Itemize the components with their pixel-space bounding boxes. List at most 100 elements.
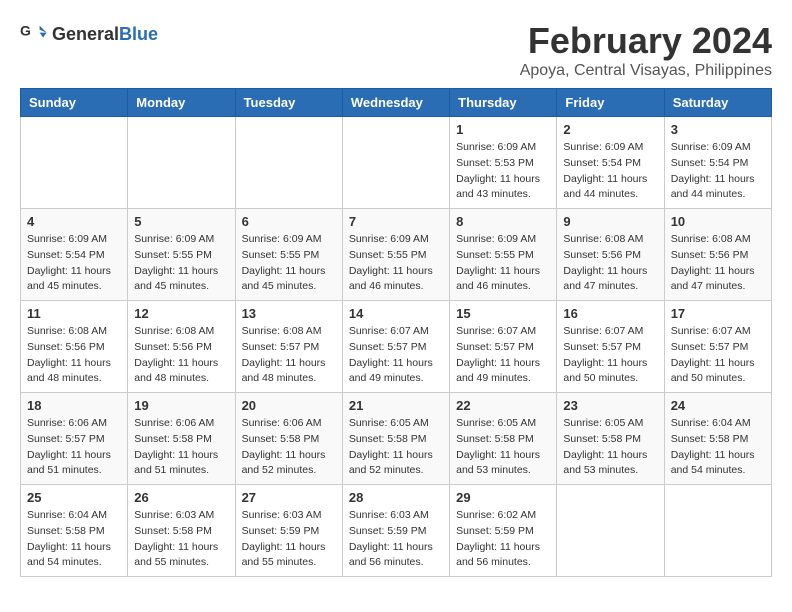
day-info: Sunrise: 6:07 AMSunset: 5:57 PMDaylight:… [456, 324, 550, 387]
day-number: 22 [456, 398, 550, 413]
calendar-cell: 28 Sunrise: 6:03 AMSunset: 5:59 PMDayligh… [342, 485, 449, 577]
calendar-cell [235, 117, 342, 209]
day-number: 15 [456, 306, 550, 321]
day-info: Sunrise: 6:05 AMSunset: 5:58 PMDaylight:… [349, 416, 443, 479]
days-header-row: SundayMondayTuesdayWednesdayThursdayFrid… [21, 89, 772, 117]
day-number: 12 [134, 306, 228, 321]
day-number: 27 [242, 490, 336, 505]
day-of-week-header: Sunday [21, 89, 128, 117]
day-of-week-header: Saturday [664, 89, 771, 117]
day-number: 16 [563, 306, 657, 321]
day-number: 17 [671, 306, 765, 321]
calendar-cell: 12 Sunrise: 6:08 AMSunset: 5:56 PMDayligh… [128, 301, 235, 393]
calendar-cell [664, 485, 771, 577]
day-number: 11 [27, 306, 121, 321]
logo-general: General [52, 24, 119, 44]
logo: G GeneralBlue [20, 20, 158, 48]
day-info: Sunrise: 6:08 AMSunset: 5:56 PMDaylight:… [134, 324, 228, 387]
svg-text:G: G [20, 22, 31, 38]
calendar-week-row: 25Sunrise: 6:04 AMSunset: 5:58 PMDayligh… [21, 485, 772, 577]
calendar-cell: 2 Sunrise: 6:09 AMSunset: 5:54 PMDaylight… [557, 117, 664, 209]
day-info: Sunrise: 6:09 AMSunset: 5:55 PMDaylight:… [456, 232, 550, 295]
day-info: Sunrise: 6:05 AMSunset: 5:58 PMDaylight:… [563, 416, 657, 479]
calendar-cell: 29Sunrise: 6:02 AMSunset: 5:59 PMDayligh… [450, 485, 557, 577]
calendar-cell: 20 Sunrise: 6:06 AMSunset: 5:58 PMDayligh… [235, 393, 342, 485]
calendar-week-row: 1Sunrise: 6:09 AMSunset: 5:53 PMDaylight… [21, 117, 772, 209]
day-info: Sunrise: 6:03 AMSunset: 5:58 PMDaylight:… [134, 508, 228, 571]
day-number: 28 [349, 490, 443, 505]
title-area: February 2024 Apoya, Central Visayas, Ph… [520, 20, 772, 80]
day-info: Sunrise: 6:09 AMSunset: 5:55 PMDaylight:… [349, 232, 443, 295]
calendar-cell: 22 Sunrise: 6:05 AMSunset: 5:58 PMDayligh… [450, 393, 557, 485]
day-info: Sunrise: 6:07 AMSunset: 5:57 PMDaylight:… [349, 324, 443, 387]
day-info: Sunrise: 6:09 AMSunset: 5:55 PMDaylight:… [134, 232, 228, 295]
calendar-cell: 10 Sunrise: 6:08 AMSunset: 5:56 PMDayligh… [664, 209, 771, 301]
day-number: 18 [27, 398, 121, 413]
calendar-cell: 7Sunrise: 6:09 AMSunset: 5:55 PMDaylight… [342, 209, 449, 301]
day-number: 4 [27, 214, 121, 229]
day-info: Sunrise: 6:08 AMSunset: 5:56 PMDaylight:… [563, 232, 657, 295]
day-of-week-header: Thursday [450, 89, 557, 117]
day-info: Sunrise: 6:03 AMSunset: 5:59 PMDaylight:… [242, 508, 336, 571]
day-number: 13 [242, 306, 336, 321]
calendar-cell: 18 Sunrise: 6:06 AMSunset: 5:57 PMDayligh… [21, 393, 128, 485]
calendar-cell: 8 Sunrise: 6:09 AMSunset: 5:55 PMDaylight… [450, 209, 557, 301]
day-number: 10 [671, 214, 765, 229]
calendar-cell: 16 Sunrise: 6:07 AMSunset: 5:57 PMDayligh… [557, 301, 664, 393]
day-info: Sunrise: 6:06 AMSunset: 5:57 PMDaylight:… [27, 416, 121, 479]
day-number: 3 [671, 122, 765, 137]
logo-icon: G [20, 20, 48, 48]
header: G GeneralBlue February 2024 Apoya, Centr… [20, 20, 772, 80]
calendar-cell: 25Sunrise: 6:04 AMSunset: 5:58 PMDayligh… [21, 485, 128, 577]
calendar-week-row: 11 Sunrise: 6:08 AMSunset: 5:56 PMDayligh… [21, 301, 772, 393]
calendar: SundayMondayTuesdayWednesdayThursdayFrid… [20, 88, 772, 577]
day-number: 29 [456, 490, 550, 505]
calendar-cell: 26 Sunrise: 6:03 AMSunset: 5:58 PMDayligh… [128, 485, 235, 577]
day-info: Sunrise: 6:07 AMSunset: 5:57 PMDaylight:… [563, 324, 657, 387]
month-year: February 2024 [520, 20, 772, 62]
day-number: 26 [134, 490, 228, 505]
day-of-week-header: Friday [557, 89, 664, 117]
calendar-cell [342, 117, 449, 209]
day-number: 21 [349, 398, 443, 413]
day-info: Sunrise: 6:09 AMSunset: 5:54 PMDaylight:… [563, 140, 657, 203]
day-info: Sunrise: 6:06 AMSunset: 5:58 PMDaylight:… [242, 416, 336, 479]
calendar-cell: 13 Sunrise: 6:08 AMSunset: 5:57 PMDayligh… [235, 301, 342, 393]
day-number: 2 [563, 122, 657, 137]
day-info: Sunrise: 6:09 AMSunset: 5:54 PMDaylight:… [671, 140, 765, 203]
day-number: 19 [134, 398, 228, 413]
calendar-cell: 24 Sunrise: 6:04 AMSunset: 5:58 PMDayligh… [664, 393, 771, 485]
day-of-week-header: Tuesday [235, 89, 342, 117]
day-number: 9 [563, 214, 657, 229]
day-info: Sunrise: 6:04 AMSunset: 5:58 PMDaylight:… [671, 416, 765, 479]
calendar-cell: 23Sunrise: 6:05 AMSunset: 5:58 PMDayligh… [557, 393, 664, 485]
calendar-week-row: 4 Sunrise: 6:09 AMSunset: 5:54 PMDaylight… [21, 209, 772, 301]
day-info: Sunrise: 6:04 AMSunset: 5:58 PMDaylight:… [27, 508, 121, 571]
calendar-cell: 6Sunrise: 6:09 AMSunset: 5:55 PMDaylight… [235, 209, 342, 301]
day-info: Sunrise: 6:08 AMSunset: 5:56 PMDaylight:… [671, 232, 765, 295]
calendar-cell [128, 117, 235, 209]
calendar-body: 1Sunrise: 6:09 AMSunset: 5:53 PMDaylight… [21, 117, 772, 577]
day-of-week-header: Wednesday [342, 89, 449, 117]
day-info: Sunrise: 6:03 AMSunset: 5:59 PMDaylight:… [349, 508, 443, 571]
day-info: Sunrise: 6:09 AMSunset: 5:54 PMDaylight:… [27, 232, 121, 295]
day-number: 5 [134, 214, 228, 229]
day-number: 8 [456, 214, 550, 229]
day-number: 20 [242, 398, 336, 413]
day-info: Sunrise: 6:06 AMSunset: 5:58 PMDaylight:… [134, 416, 228, 479]
location: Apoya, Central Visayas, Philippines [520, 62, 772, 80]
calendar-cell [21, 117, 128, 209]
day-number: 24 [671, 398, 765, 413]
day-info: Sunrise: 6:05 AMSunset: 5:58 PMDaylight:… [456, 416, 550, 479]
day-info: Sunrise: 6:08 AMSunset: 5:57 PMDaylight:… [242, 324, 336, 387]
calendar-cell: 14Sunrise: 6:07 AMSunset: 5:57 PMDayligh… [342, 301, 449, 393]
logo-blue: Blue [119, 24, 158, 44]
day-number: 6 [242, 214, 336, 229]
calendar-cell: 5 Sunrise: 6:09 AMSunset: 5:55 PMDaylight… [128, 209, 235, 301]
calendar-cell: 17 Sunrise: 6:07 AMSunset: 5:57 PMDayligh… [664, 301, 771, 393]
calendar-cell: 1Sunrise: 6:09 AMSunset: 5:53 PMDaylight… [450, 117, 557, 209]
calendar-cell: 21 Sunrise: 6:05 AMSunset: 5:58 PMDayligh… [342, 393, 449, 485]
calendar-cell: 3 Sunrise: 6:09 AMSunset: 5:54 PMDaylight… [664, 117, 771, 209]
day-info: Sunrise: 6:08 AMSunset: 5:56 PMDaylight:… [27, 324, 121, 387]
day-info: Sunrise: 6:07 AMSunset: 5:57 PMDaylight:… [671, 324, 765, 387]
